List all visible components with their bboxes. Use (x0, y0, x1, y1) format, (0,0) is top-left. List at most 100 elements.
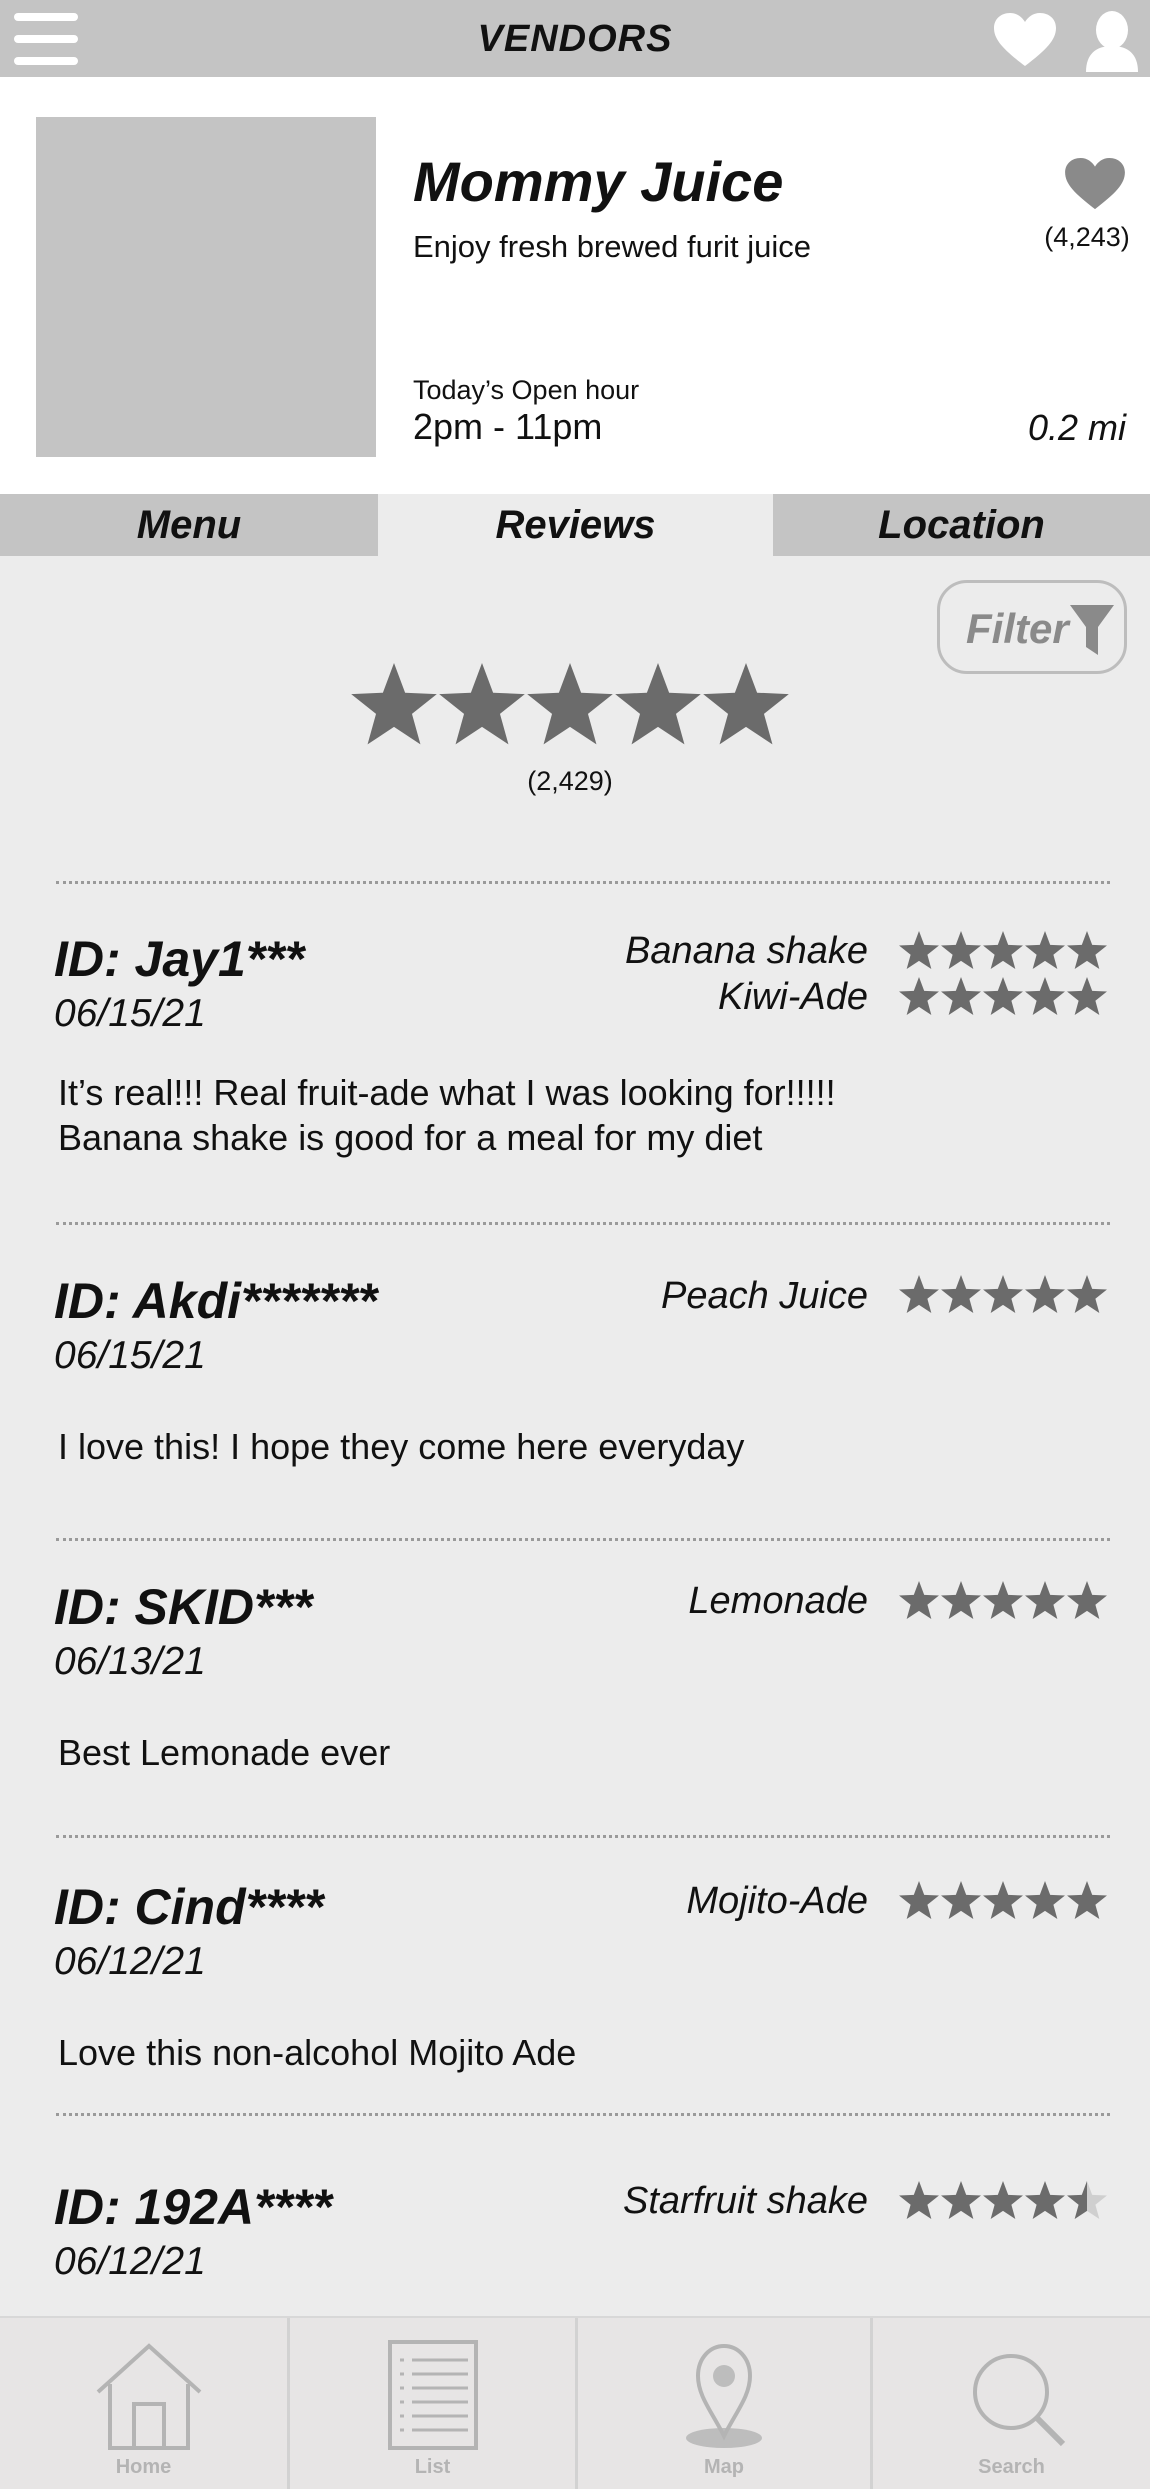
star-icon (1025, 1275, 1065, 1313)
reviewer-id: ID: Cind**** (54, 1879, 324, 1935)
star-icon (941, 1581, 981, 1619)
star-icon (1067, 1275, 1107, 1313)
filter-button[interactable]: Filter (937, 580, 1127, 674)
star-icon (439, 663, 525, 745)
vendor-name: Mommy Juice (413, 150, 784, 213)
star-icon (1067, 1581, 1107, 1619)
star-icon (983, 2181, 1023, 2219)
review-text: Best Lemonade ever (58, 1730, 390, 1775)
star-icon (1025, 1881, 1065, 1919)
star-icon (1025, 2181, 1065, 2219)
star-icon (983, 1275, 1023, 1313)
divider (56, 881, 1110, 884)
review-date: 06/13/21 (54, 1640, 206, 1683)
bottom-navigation: Home List Map Search (0, 2316, 1150, 2489)
open-hours-value: 2pm - 11pm (413, 406, 603, 447)
reviewed-item-name: Kiwi-Ade (718, 976, 868, 1018)
review-text: Love this non-alcohol Mojito Ade (58, 2030, 576, 2075)
star-icon (899, 931, 939, 969)
star-icon (899, 1275, 939, 1313)
funnel-icon (1070, 605, 1114, 655)
reviewed-item-name: Lemonade (688, 1580, 868, 1622)
item-rating-stars (899, 1275, 1107, 1313)
star-icon (703, 663, 789, 745)
review-date: 06/15/21 (54, 1334, 206, 1377)
nav-search[interactable]: Search (873, 2318, 1150, 2489)
star-icon (615, 663, 701, 745)
list-icon (388, 2340, 478, 2450)
distance-value: 0.2 mi (1027, 407, 1126, 448)
divider (56, 2113, 1110, 2116)
star-icon (983, 931, 1023, 969)
review-text-line: Banana shake is good for a meal for my d… (58, 1117, 763, 1158)
star-icon (899, 1581, 939, 1619)
star-icon (1067, 977, 1107, 1015)
divider (56, 1538, 1110, 1541)
search-icon (973, 2354, 1066, 2447)
star-icon (1067, 931, 1107, 969)
favorites-heart-icon[interactable] (992, 12, 1058, 68)
star-icon (941, 2181, 981, 2219)
tab-location[interactable]: Location (773, 494, 1150, 556)
review-date: 06/12/21 (54, 2240, 206, 2283)
reviewer-id: ID: Jay1*** (54, 931, 305, 987)
vendor-favorite-heart-icon[interactable] (1062, 157, 1128, 211)
nav-home[interactable]: Home (0, 2318, 287, 2489)
review-text: I love this! I hope they come here every… (58, 1424, 744, 1469)
star-icon (941, 1881, 981, 1919)
review-text-line: I love this! I hope they come here every… (58, 1426, 745, 1467)
open-hour-label: Today’s Open hour (413, 375, 640, 405)
reviewed-item-name: Peach Juice (660, 1275, 868, 1317)
reviewer-id: ID: 192A**** (54, 2179, 332, 2235)
review-text-line: Best Lemonade ever (58, 1732, 391, 1773)
vendor-tabs: Menu Reviews Location (0, 494, 1150, 556)
star-icon (941, 931, 981, 969)
item-rating-stars (899, 977, 1107, 1015)
review-text: It’s real!!! Real fruit-ade what I was l… (58, 1070, 836, 1160)
nav-map-label: Map (704, 2456, 744, 2478)
review-date: 06/12/21 (54, 1940, 206, 1983)
star-icon (983, 1581, 1023, 1619)
user-profile-icon[interactable] (1082, 10, 1142, 72)
star-icon (1025, 977, 1065, 1015)
vendor-tagline: Enjoy fresh brewed furit juice (413, 229, 812, 264)
reviewed-item-name: Starfruit shake (623, 2180, 868, 2222)
star-icon (1067, 1881, 1107, 1919)
reviewer-id: ID: Akdi******* (54, 1273, 378, 1329)
item-rating-stars (899, 1581, 1107, 1619)
reviewed-item-name: Banana shake (625, 930, 868, 972)
top-app-bar: VENDORS (0, 0, 1150, 77)
tab-menu[interactable]: Menu (0, 494, 378, 556)
overall-rating-count: (2,429) (527, 766, 613, 796)
filter-label: Filter (966, 605, 1069, 652)
nav-list[interactable]: List (290, 2318, 575, 2489)
reviewed-item-name: Mojito-Ade (686, 1880, 868, 1922)
reviewer-id: ID: SKID*** (54, 1579, 313, 1635)
star-icon (899, 1881, 939, 1919)
vendor-header: Mommy Juice Enjoy fresh brewed furit jui… (0, 77, 1150, 494)
review-text-line: It’s real!!! Real fruit-ade what I was l… (58, 1072, 836, 1113)
star-icon (1025, 1581, 1065, 1619)
star-icon (983, 977, 1023, 1015)
vendor-image-placeholder (36, 117, 376, 457)
divider (56, 1222, 1110, 1225)
star-icon (351, 663, 437, 745)
star-icon (899, 977, 939, 1015)
review-text-line: Love this non-alcohol Mojito Ade (58, 2032, 577, 2073)
item-rating-stars (899, 931, 1107, 969)
star-icon (941, 1275, 981, 1313)
nav-list-label: List (414, 2456, 451, 2478)
overall-rating-stars (351, 663, 789, 745)
home-icon (96, 2343, 202, 2450)
nav-search-label: Search (978, 2456, 1045, 2478)
page-title: VENDORS (477, 18, 673, 60)
nav-map[interactable]: Map (578, 2318, 870, 2489)
review-date: 06/15/21 (54, 992, 206, 1035)
star-icon (899, 2181, 939, 2219)
item-rating-stars (899, 1881, 1107, 1919)
divider (56, 1835, 1110, 1838)
tab-reviews[interactable]: Reviews (378, 494, 773, 556)
star-icon (941, 977, 981, 1015)
star-icon (983, 1881, 1023, 1919)
map-pin-icon (686, 2343, 762, 2448)
